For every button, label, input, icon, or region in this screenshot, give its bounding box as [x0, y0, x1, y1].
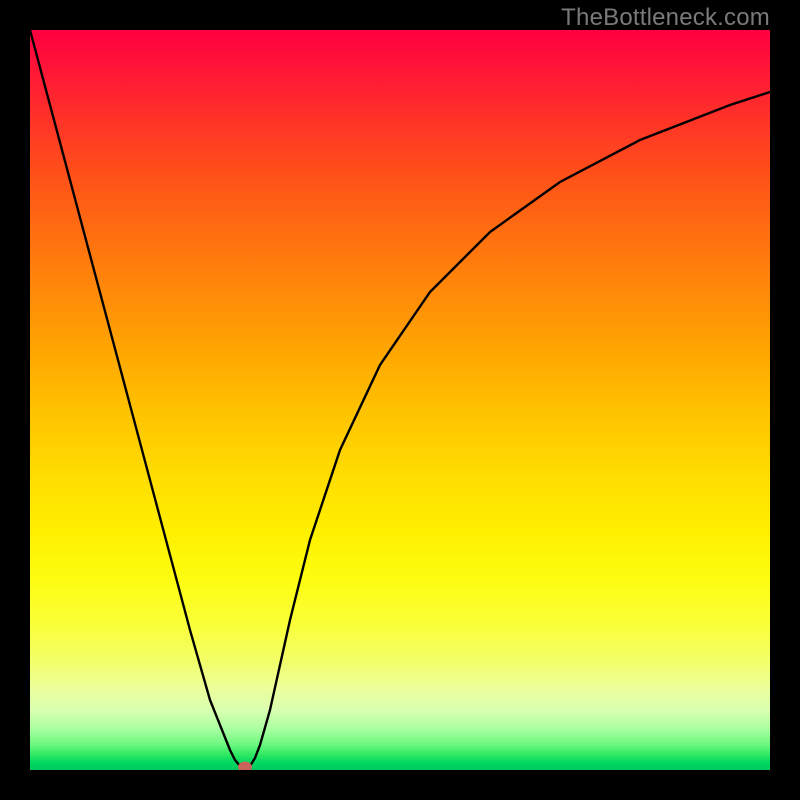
- chart-frame: TheBottleneck.com: [0, 0, 800, 800]
- plot-area: [30, 30, 770, 770]
- watermark-text: TheBottleneck.com: [561, 4, 770, 32]
- optimal-point-marker: [238, 762, 252, 771]
- bottleneck-curve: [30, 30, 770, 769]
- curve-layer: [30, 30, 770, 770]
